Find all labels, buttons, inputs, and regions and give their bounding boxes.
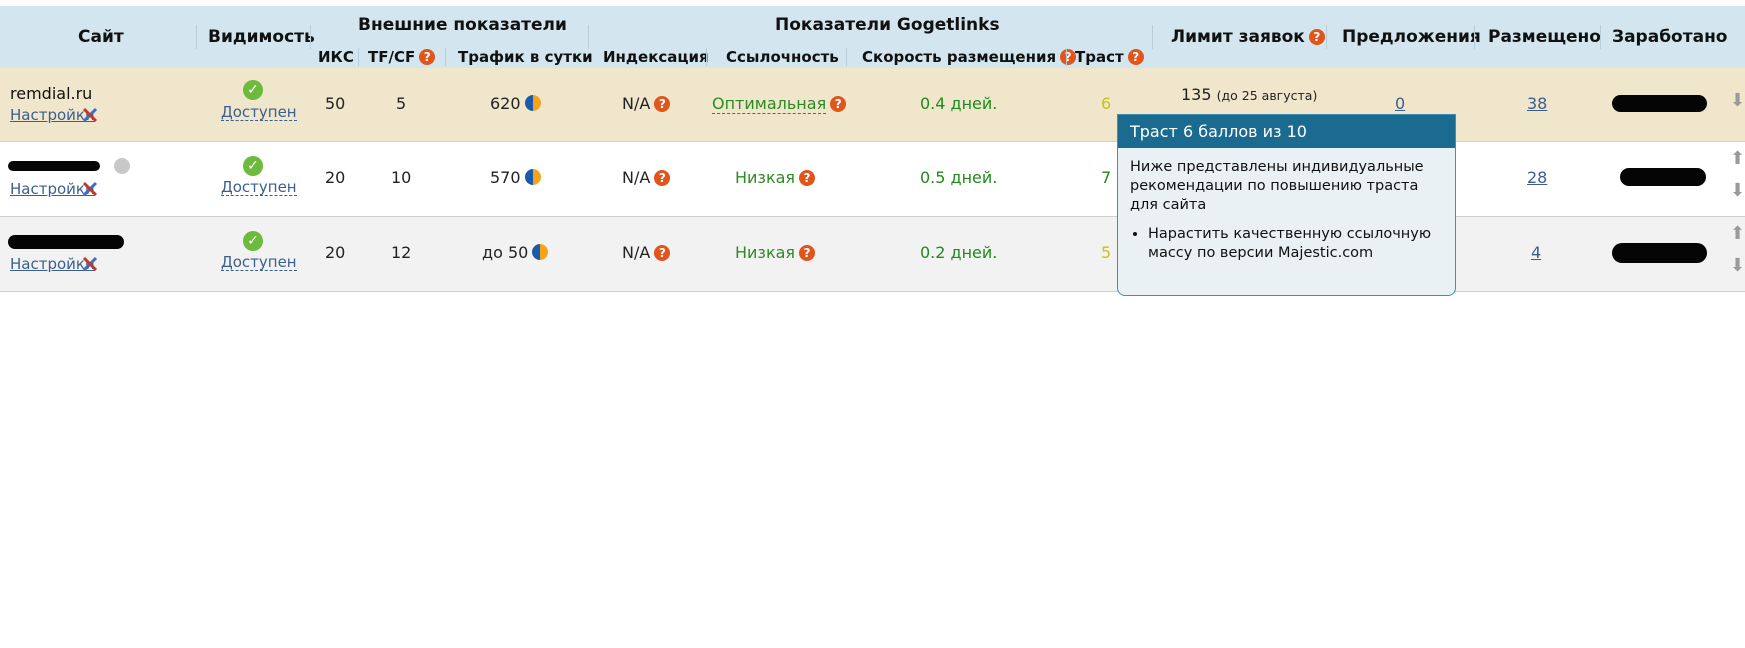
col-placed[interactable]: Размещено (1488, 27, 1601, 47)
traffic-value: до 50 (482, 243, 549, 262)
speed-value: 0.4 дней. (920, 94, 998, 113)
col-site[interactable]: Сайт (78, 27, 124, 47)
tooltip-body: Ниже представлены индивидуальные рекомен… (1118, 148, 1455, 263)
tooltip-list: Нарастить качественную ссылочную массу п… (1130, 225, 1443, 263)
arrow-down-icon[interactable]: ⬇ (1730, 257, 1745, 277)
col-earned[interactable]: Заработано (1612, 27, 1728, 47)
indexation-value: N/A? (622, 94, 671, 113)
linkness-value: Низкая? (735, 168, 816, 187)
redacted-site-name (8, 161, 100, 171)
linkness-value: Оптимальная? (712, 94, 847, 114)
traffic-value: 620 (490, 94, 541, 113)
question-icon[interactable]: ? (799, 170, 816, 186)
col-visibility[interactable]: Видимость (208, 27, 315, 47)
col-indexation[interactable]: Индексация (603, 48, 709, 66)
linkness-value: Низкая? (735, 243, 816, 262)
tooltip-item: Нарастить качественную ссылочную массу п… (1148, 225, 1443, 263)
availability-status[interactable]: Доступен (221, 104, 297, 121)
availability-status[interactable]: Доступен (221, 179, 297, 196)
col-trust[interactable]: Траст? (1075, 48, 1144, 66)
placed-link[interactable]: 28 (1527, 168, 1547, 187)
tools-icon[interactable] (81, 255, 99, 273)
iks-value: 50 (325, 94, 346, 113)
offers-link[interactable]: 0 (1395, 94, 1405, 113)
question-icon[interactable]: ? (830, 96, 847, 112)
availability-status[interactable]: Доступен (221, 254, 297, 271)
divider (1326, 25, 1327, 49)
tooltip-text: Ниже представлены индивидуальные рекомен… (1130, 159, 1424, 213)
question-icon[interactable]: ? (654, 96, 671, 112)
table-row: remdial.ru Настройки ✓ Доступен 50 5 620… (0, 68, 1745, 142)
arrow-up-icon[interactable]: ⬆ (1730, 225, 1745, 245)
question-icon[interactable]: ? (654, 245, 671, 261)
trust-value[interactable]: 5 (1101, 243, 1111, 262)
check-icon: ✓ (243, 231, 263, 251)
divider (588, 25, 589, 49)
divider (706, 48, 707, 66)
table-row: Настройки ✓ Доступен 20 10 570 N/A? Низк… (0, 142, 1745, 217)
trust-value[interactable]: 7 (1101, 168, 1111, 187)
divider (1600, 25, 1601, 49)
badge-icon (114, 158, 130, 174)
question-icon[interactable]: ? (654, 170, 671, 186)
col-tfcf[interactable]: TF/CF? (368, 48, 436, 66)
group-gogetlinks: Показатели Gogetlinks (775, 15, 1000, 35)
redacted-earnings (1612, 95, 1707, 112)
indexation-value: N/A? (622, 168, 671, 187)
table-row: Настройки ✓ Доступен 20 12 до 50 N/A? Ни… (0, 217, 1745, 292)
divider (358, 48, 359, 66)
liveinternet-icon[interactable] (532, 244, 549, 260)
divider (310, 25, 311, 49)
divider (1152, 25, 1153, 49)
col-linkness[interactable]: Ссылочность (726, 48, 839, 66)
tools-icon[interactable] (81, 106, 99, 124)
col-speed[interactable]: Скорость размещения? (862, 48, 1077, 66)
question-icon[interactable]: ? (799, 245, 816, 261)
col-traffic[interactable]: Трафик в сутки (458, 48, 593, 66)
iks-value: 20 (325, 243, 346, 262)
divider (1066, 48, 1067, 66)
speed-value: 0.5 дней. (920, 168, 998, 187)
limit-note: (до 25 августа) (1216, 88, 1318, 103)
redacted-earnings (1620, 168, 1706, 186)
redacted-site-name (8, 235, 124, 249)
col-iks[interactable]: ИКС (318, 48, 354, 66)
table-header: Сайт Видимость Внешние показатели ИКС TF… (0, 6, 1745, 68)
traffic-value: 570 (490, 168, 541, 187)
divider (196, 25, 197, 49)
liveinternet-icon[interactable] (524, 95, 541, 111)
placed-link[interactable]: 4 (1531, 243, 1541, 262)
group-external: Внешние показатели (358, 15, 567, 35)
redacted-earnings (1612, 243, 1707, 263)
speed-value: 0.2 дней. (920, 243, 998, 262)
question-icon[interactable]: ? (419, 49, 436, 65)
question-icon[interactable]: ? (1060, 49, 1077, 65)
arrow-up-icon[interactable]: ⬆ (1730, 150, 1745, 170)
site-name: remdial.ru (10, 84, 93, 103)
placed-link[interactable]: 38 (1527, 94, 1547, 113)
trust-tooltip: Траст 6 баллов из 10 Ниже представлены и… (1117, 114, 1456, 296)
question-icon[interactable]: ? (1127, 49, 1144, 65)
divider (445, 48, 446, 66)
sites-table: Сайт Видимость Внешние показатели ИКС TF… (0, 6, 1745, 292)
arrow-down-icon[interactable]: ⬇ (1730, 92, 1745, 112)
tfcf-value: 12 (391, 243, 412, 262)
col-offers[interactable]: Предложения (1342, 27, 1481, 47)
divider (846, 48, 847, 66)
question-icon[interactable]: ? (1308, 29, 1325, 45)
tfcf-value: 5 (396, 94, 407, 113)
liveinternet-icon[interactable] (524, 169, 541, 185)
iks-value: 20 (325, 168, 346, 187)
tfcf-value: 10 (391, 168, 412, 187)
divider (1474, 25, 1475, 49)
check-icon: ✓ (243, 80, 263, 100)
indexation-value: N/A? (622, 243, 671, 262)
check-icon: ✓ (243, 156, 263, 176)
tools-icon[interactable] (81, 180, 99, 198)
col-limit[interactable]: Лимит заявок? (1171, 27, 1325, 47)
trust-value[interactable]: 6 (1101, 94, 1111, 113)
arrow-down-icon[interactable]: ⬇ (1730, 182, 1745, 202)
limit-value: 135 (до 25 августа) (1181, 85, 1318, 104)
tooltip-title: Траст 6 баллов из 10 (1118, 115, 1455, 148)
